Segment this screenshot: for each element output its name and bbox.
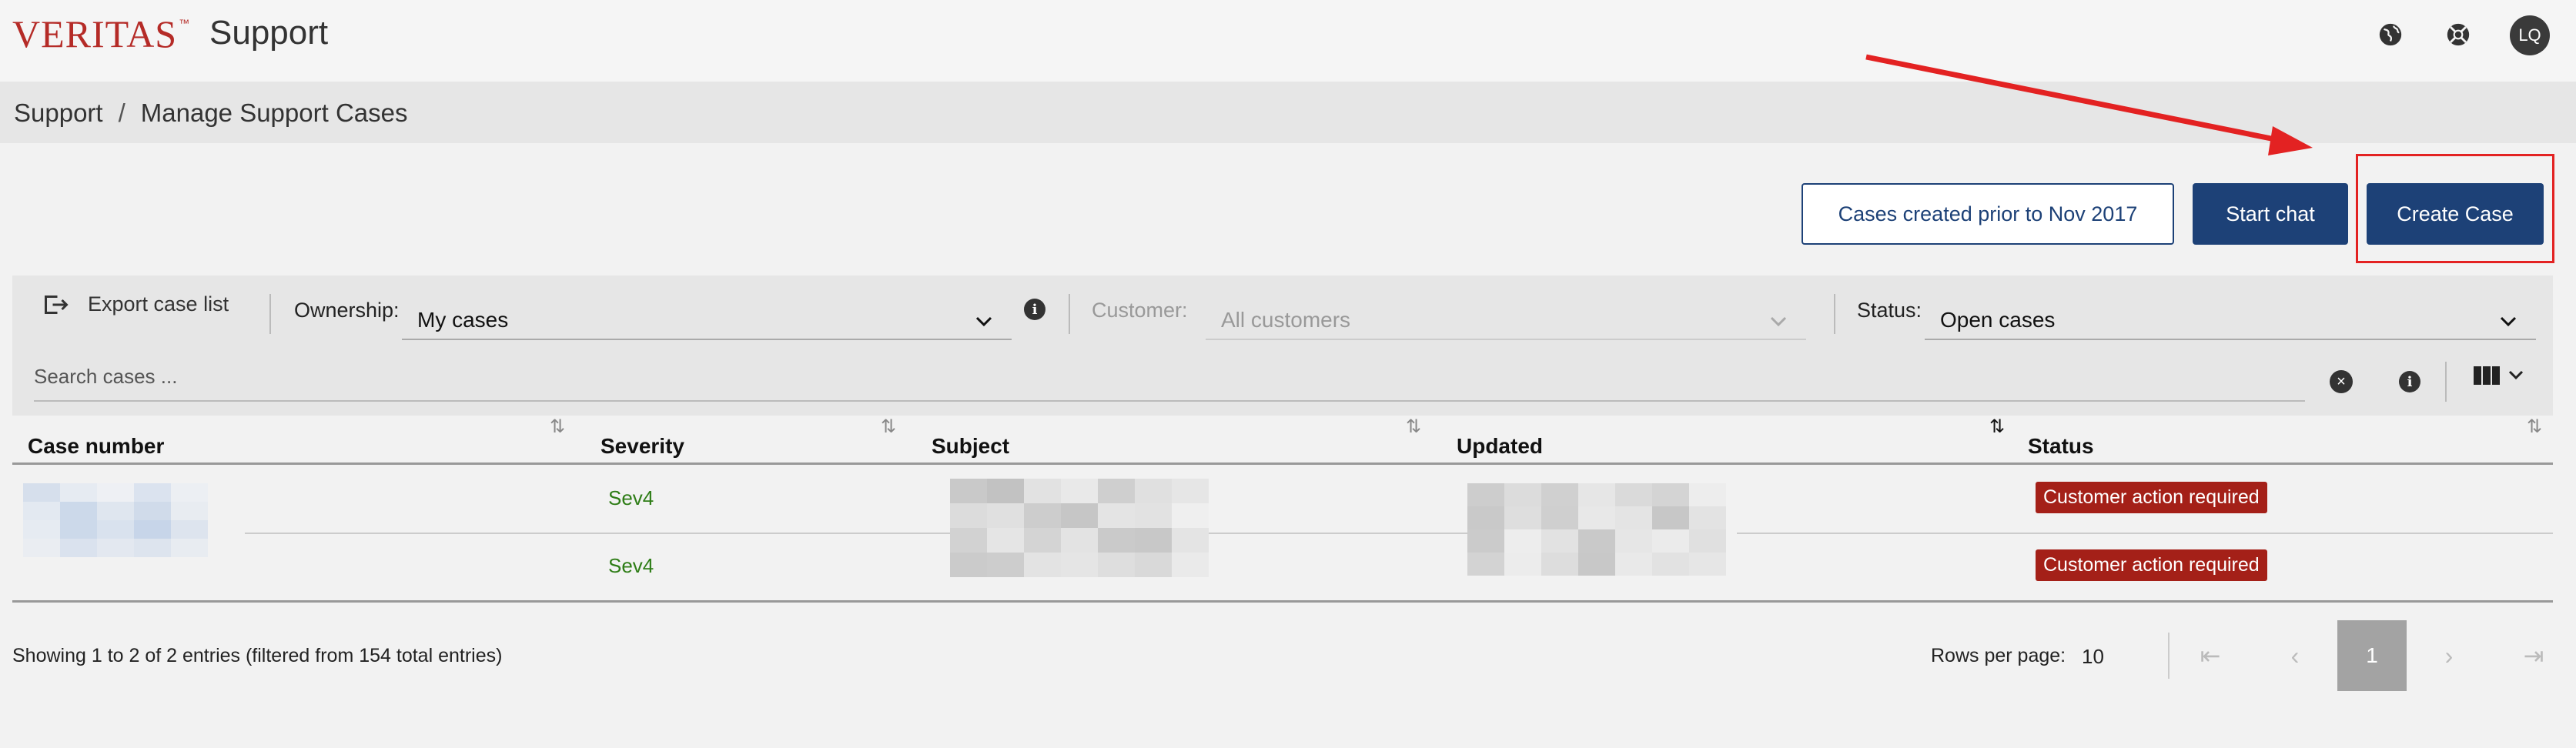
prior-cases-button[interactable]: Cases created prior to Nov 2017 [1802,183,2174,245]
divider [2445,362,2447,402]
rows-per-page-label: Rows per page: [1931,645,2066,666]
export-icon [45,295,69,314]
column-header-updated[interactable]: Updated [1457,434,1543,459]
entries-info: Showing 1 to 2 of 2 entries (filtered fr… [12,645,503,666]
last-page-icon: ⇥ [2523,642,2544,670]
column-header-status[interactable]: Status [2028,434,2094,459]
previous-page-icon: ‹ [2290,641,2300,670]
status-badge: Customer action required [2036,482,2267,513]
sort-icon[interactable]: ⇅ [550,416,565,438]
ownership-value: My cases [417,308,509,332]
divider [269,294,271,334]
sort-icon[interactable]: ⇅ [2527,416,2542,438]
subject-redacted[interactable] [950,479,1209,577]
row-divider [1206,533,1467,534]
sort-descending-icon[interactable]: ⇅ [1989,416,2005,438]
customer-value: All customers [1221,308,1351,332]
table-header: Case number ⇅ Severity ⇅ Subject ⇅ Updat… [12,416,2553,465]
export-case-list-button[interactable]: Export case list [42,292,229,316]
ownership-info-icon[interactable]: i [1024,299,1045,320]
annotation-highlight-box [2356,154,2554,263]
severity-value: Sev4 [608,554,654,577]
severity-value: Sev4 [608,486,654,509]
rows-per-page-select[interactable]: 10 [2082,645,2104,669]
divider [1069,294,1070,334]
export-label: Export case list [88,292,229,316]
search-input[interactable]: Search cases ... [34,352,2305,402]
chevron-down-icon [975,316,992,327]
chevron-down-icon [2508,370,2524,380]
customer-label: Customer: [1092,299,1188,322]
page-number-current[interactable]: 1 [2337,620,2407,691]
start-chat-button[interactable]: Start chat [2193,183,2348,245]
ownership-label: Ownership: [294,299,400,322]
status-badge: Customer action required [2036,549,2267,581]
filter-panel: Export case list Ownership: My cases i C… [12,275,2553,416]
column-chooser-button[interactable] [2473,365,2524,386]
sort-icon[interactable]: ⇅ [881,416,896,438]
status-label: Status: [1857,299,1922,322]
sort-icon[interactable]: ⇅ [1406,416,1421,438]
table-bottom-border [12,600,2553,603]
columns-icon [2474,366,2500,385]
case-number-redacted[interactable] [23,483,245,557]
row-divider [1737,533,2553,534]
row-divider [243,533,952,534]
column-header-severity[interactable]: Severity [601,434,684,459]
ownership-select[interactable]: My cases [402,296,1012,340]
divider [1834,294,1835,334]
column-header-subject[interactable]: Subject [932,434,1009,459]
updated-redacted[interactable] [1467,483,1726,576]
next-page-icon: › [2444,641,2454,670]
status-select[interactable]: Open cases [1925,296,2536,340]
first-page-icon: ⇤ [2200,642,2221,670]
clear-search-icon[interactable]: × [2330,370,2353,393]
chevron-down-icon [1770,316,1787,327]
search-info-icon[interactable]: i [2399,371,2420,392]
customer-select: All customers [1206,296,1806,340]
column-header-case-number[interactable]: Case number [28,434,164,459]
status-value: Open cases [1940,308,2056,332]
divider [2168,633,2170,679]
chevron-down-icon [2500,316,2517,327]
